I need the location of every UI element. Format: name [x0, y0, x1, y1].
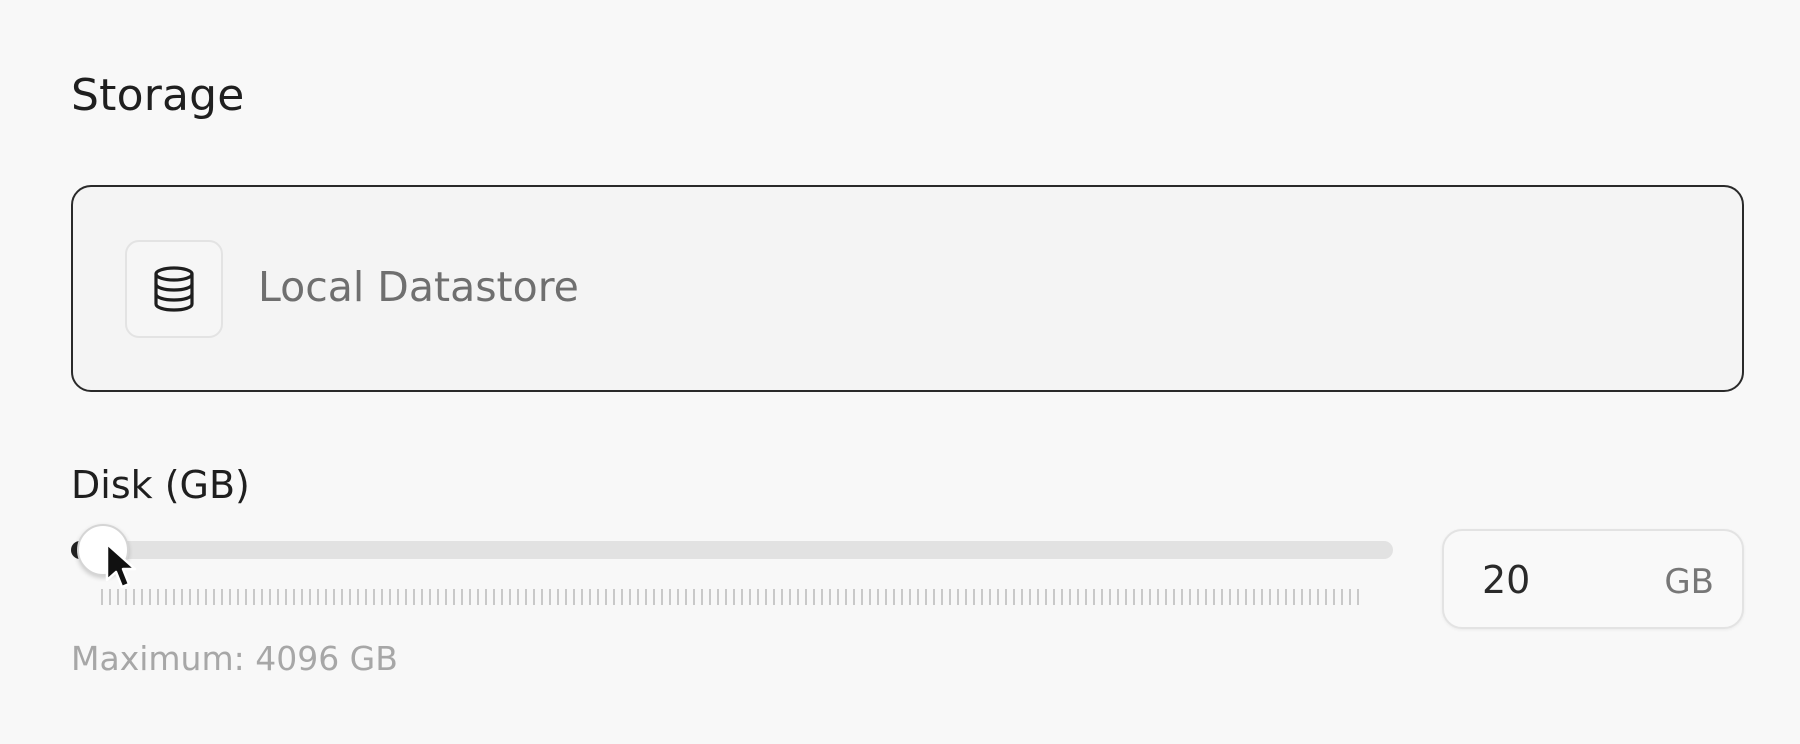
database-icon [154, 266, 194, 312]
disk-size-label: Disk (GB) [71, 463, 250, 507]
datastore-icon-box [125, 240, 223, 338]
slider-track[interactable] [71, 541, 1393, 559]
slider-thumb[interactable] [77, 524, 129, 576]
storage-heading: Storage [71, 70, 245, 121]
local-datastore-option[interactable]: Local Datastore [71, 185, 1744, 392]
slider-ticks [101, 589, 1363, 605]
disk-size-slider[interactable] [71, 520, 1393, 580]
disk-size-input-box[interactable]: GB [1442, 529, 1744, 629]
storage-panel: Storage Local Datastore Disk (GB) Maximu… [0, 0, 1800, 744]
disk-size-unit: GB [1664, 562, 1714, 602]
disk-size-input[interactable] [1482, 555, 1632, 605]
maximum-hint: Maximum: 4096 GB [71, 639, 398, 678]
datastore-label: Local Datastore [258, 263, 579, 311]
